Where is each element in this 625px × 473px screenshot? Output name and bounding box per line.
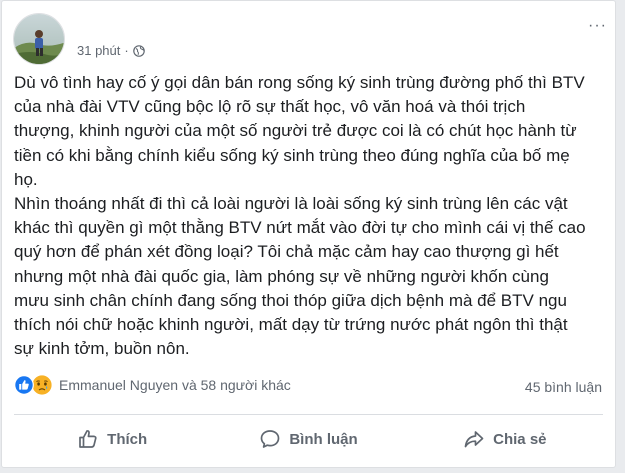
like-reaction-icon [14,375,34,395]
separator-dot: · [124,43,129,58]
comment-button[interactable]: Bình luận [210,419,406,459]
share-icon [463,428,485,450]
reactions-summary[interactable]: Emmanuel Nguyen và 58 người khác [14,374,291,396]
sad-reaction-icon [31,374,53,396]
avatar[interactable] [13,13,65,65]
divider [14,414,603,415]
post-body: Dù vô tình hay cố ý gọi dân bán rong sốn… [14,71,610,361]
more-options-icon[interactable]: ··· [588,17,607,35]
comments-count[interactable]: 45 bình luận [525,379,602,395]
next-post-edge [0,465,625,473]
globe-icon[interactable] [132,44,145,57]
like-button[interactable]: Thích [14,419,210,459]
thumbs-up-icon [77,428,99,450]
post-card: 31 phút · ··· Dù vô tình hay cố ý gọi dâ… [1,0,616,468]
post-time[interactable]: 31 phút [77,43,120,58]
like-button-label: Thích [107,430,148,448]
comment-icon [259,428,281,450]
comment-button-label: Bình luận [289,430,358,448]
avatar-photo [14,14,64,64]
reaction-names[interactable]: Emmanuel Nguyen và 58 người khác [59,377,291,393]
post-paragraph: Nhìn thoáng nhất đi thì cả loài người là… [14,194,586,359]
post-paragraph: Dù vô tình hay cố ý gọi dân bán rong sốn… [14,73,585,189]
share-button-label: Chia sẻ [493,430,547,448]
post-meta: 31 phút · [77,43,145,58]
share-button[interactable]: Chia sẻ [407,419,603,459]
action-bar: Thích Bình luận Chia sẻ [14,419,603,459]
